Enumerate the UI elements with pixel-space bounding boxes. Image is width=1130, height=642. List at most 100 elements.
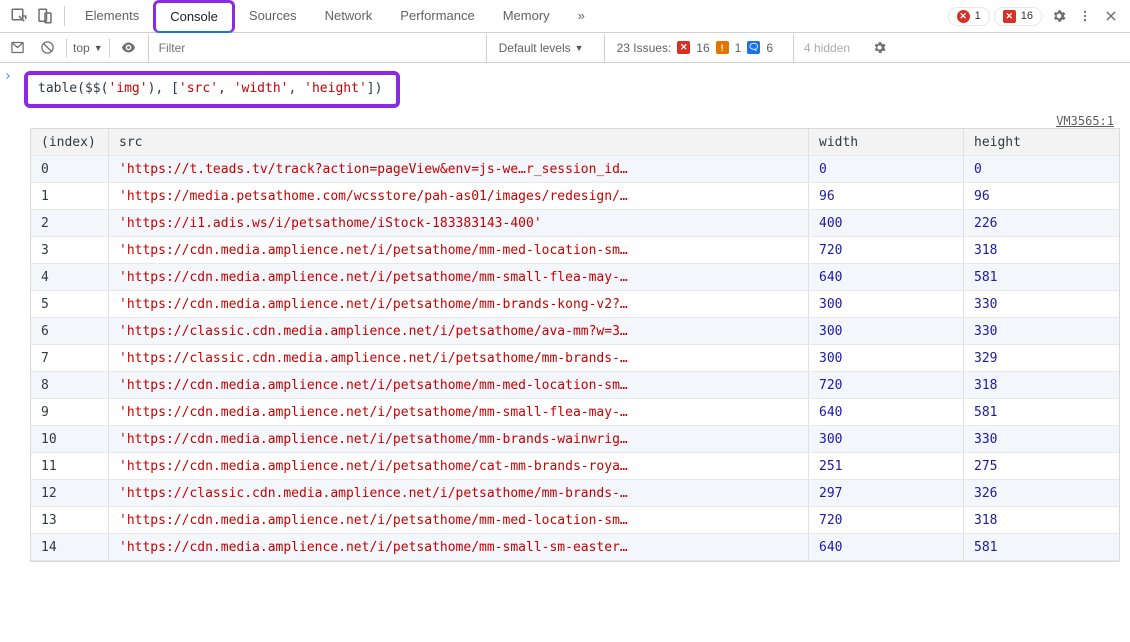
cell-width: 300 bbox=[809, 291, 964, 317]
cell-height: 581 bbox=[964, 534, 1119, 560]
live-expression-icon[interactable] bbox=[118, 37, 140, 59]
table-row[interactable]: 1'https://media.petsathome.com/wcsstore/… bbox=[31, 183, 1119, 210]
cell-src: 'https://cdn.media.amplience.net/i/petsa… bbox=[109, 372, 809, 398]
error-count-pill[interactable]: ✕ 1 bbox=[948, 7, 990, 26]
cell-height: 330 bbox=[964, 426, 1119, 452]
table-row[interactable]: 14'https://cdn.media.amplience.net/i/pet… bbox=[31, 534, 1119, 561]
cell-width: 720 bbox=[809, 237, 964, 263]
cell-height: 581 bbox=[964, 264, 1119, 290]
cell-height: 326 bbox=[964, 480, 1119, 506]
cell-index: 8 bbox=[31, 372, 109, 398]
cell-index: 5 bbox=[31, 291, 109, 317]
cell-src: 'https://cdn.media.amplience.net/i/petsa… bbox=[109, 426, 809, 452]
warning-count-pill[interactable]: ✕ 16 bbox=[994, 7, 1042, 26]
vm-source-link[interactable]: VM3565:1 bbox=[1056, 114, 1130, 128]
cell-height: 0 bbox=[964, 156, 1119, 182]
table-row[interactable]: 4'https://cdn.media.amplience.net/i/pets… bbox=[31, 264, 1119, 291]
cell-index: 1 bbox=[31, 183, 109, 209]
chevron-down-icon: ▼ bbox=[94, 43, 103, 53]
cell-index: 11 bbox=[31, 453, 109, 479]
table-row[interactable]: 5'https://cdn.media.amplience.net/i/pets… bbox=[31, 291, 1119, 318]
table-row[interactable]: 6'https://classic.cdn.media.amplience.ne… bbox=[31, 318, 1119, 345]
cell-src: 'https://cdn.media.amplience.net/i/petsa… bbox=[109, 291, 809, 317]
tab-network[interactable]: Network bbox=[311, 0, 387, 33]
close-icon[interactable] bbox=[1098, 3, 1124, 29]
cell-index: 6 bbox=[31, 318, 109, 344]
table-row[interactable]: 13'https://cdn.media.amplience.net/i/pet… bbox=[31, 507, 1119, 534]
console-gear-icon[interactable] bbox=[868, 37, 890, 59]
table-row[interactable]: 10'https://cdn.media.amplience.net/i/pet… bbox=[31, 426, 1119, 453]
console-table-output: (index) src width height 0'https://t.tea… bbox=[30, 128, 1120, 562]
cell-width: 300 bbox=[809, 345, 964, 371]
kebab-icon[interactable] bbox=[1072, 3, 1098, 29]
issues-error-count: 16 bbox=[696, 41, 709, 55]
table-row[interactable]: 9'https://cdn.media.amplience.net/i/pets… bbox=[31, 399, 1119, 426]
issues-summary[interactable]: 23 Issues: ✕ 16 ! 1 🗨 6 bbox=[604, 34, 785, 62]
tab-more[interactable]: » bbox=[564, 0, 599, 33]
table-row[interactable]: 2'https://i1.adis.ws/i/petsathome/iStock… bbox=[31, 210, 1119, 237]
context-label: top bbox=[73, 41, 90, 55]
tab-memory[interactable]: Memory bbox=[489, 0, 564, 33]
tab-elements[interactable]: Elements bbox=[71, 0, 153, 33]
cell-index: 4 bbox=[31, 264, 109, 290]
clear-console-icon[interactable] bbox=[36, 37, 58, 59]
table-row[interactable]: 3'https://cdn.media.amplience.net/i/pets… bbox=[31, 237, 1119, 264]
col-header-src[interactable]: src bbox=[109, 129, 809, 155]
cell-src: 'https://t.teads.tv/track?action=pageVie… bbox=[109, 156, 809, 182]
cell-height: 318 bbox=[964, 507, 1119, 533]
error-square-icon: ✕ bbox=[677, 41, 690, 54]
cell-width: 640 bbox=[809, 534, 964, 560]
warning-count: 16 bbox=[1021, 10, 1033, 22]
cell-src: 'https://classic.cdn.media.amplience.net… bbox=[109, 318, 809, 344]
cell-src: 'https://cdn.media.amplience.net/i/petsa… bbox=[109, 399, 809, 425]
filter-input[interactable] bbox=[148, 34, 478, 62]
log-levels-selector[interactable]: Default levels ▼ bbox=[486, 34, 596, 62]
divider bbox=[64, 6, 65, 26]
inspect-icon[interactable] bbox=[6, 3, 32, 29]
cell-height: 318 bbox=[964, 237, 1119, 263]
table-row[interactable]: 11'https://cdn.media.amplience.net/i/pet… bbox=[31, 453, 1119, 480]
cell-index: 2 bbox=[31, 210, 109, 236]
devtools-tabbar: Elements Console Sources Network Perform… bbox=[0, 0, 1130, 33]
col-header-index[interactable]: (index) bbox=[31, 129, 109, 155]
table-row[interactable]: 0'https://t.teads.tv/track?action=pageVi… bbox=[31, 156, 1119, 183]
cell-src: 'https://cdn.media.amplience.net/i/petsa… bbox=[109, 237, 809, 263]
col-header-height[interactable]: height bbox=[964, 129, 1119, 155]
cell-width: 720 bbox=[809, 372, 964, 398]
device-toggle-icon[interactable] bbox=[32, 3, 58, 29]
cell-width: 640 bbox=[809, 399, 964, 425]
tab-console[interactable]: Console bbox=[153, 0, 235, 33]
console-input-row: › table($$('img'), ['src', 'width', 'hei… bbox=[0, 63, 1130, 114]
cell-height: 96 bbox=[964, 183, 1119, 209]
issues-info-count: 6 bbox=[766, 41, 773, 55]
table-row[interactable]: 8'https://cdn.media.amplience.net/i/pets… bbox=[31, 372, 1119, 399]
table-row[interactable]: 7'https://classic.cdn.media.amplience.ne… bbox=[31, 345, 1119, 372]
hidden-messages-note[interactable]: 4 hidden bbox=[793, 34, 860, 62]
cmd-fn: table bbox=[38, 81, 77, 96]
gear-icon[interactable] bbox=[1046, 3, 1072, 29]
cell-src: 'https://cdn.media.amplience.net/i/petsa… bbox=[109, 264, 809, 290]
tab-performance[interactable]: Performance bbox=[386, 0, 488, 33]
sidebar-toggle-icon[interactable] bbox=[6, 37, 28, 59]
cell-index: 3 bbox=[31, 237, 109, 263]
cell-index: 0 bbox=[31, 156, 109, 182]
error-count: 1 bbox=[975, 10, 981, 22]
cell-src: 'https://cdn.media.amplience.net/i/petsa… bbox=[109, 507, 809, 533]
col-header-width[interactable]: width bbox=[809, 129, 964, 155]
cell-src: 'https://i1.adis.ws/i/petsathome/iStock-… bbox=[109, 210, 809, 236]
executed-command: table($$('img'), ['src', 'width', 'heigh… bbox=[24, 71, 400, 108]
context-selector[interactable]: top ▼ bbox=[66, 39, 110, 57]
cell-width: 720 bbox=[809, 507, 964, 533]
cell-height: 275 bbox=[964, 453, 1119, 479]
chevron-down-icon: ▼ bbox=[575, 43, 584, 53]
table-row[interactable]: 12'https://classic.cdn.media.amplience.n… bbox=[31, 480, 1119, 507]
cell-width: 0 bbox=[809, 156, 964, 182]
cell-height: 318 bbox=[964, 372, 1119, 398]
cell-src: 'https://cdn.media.amplience.net/i/petsa… bbox=[109, 453, 809, 479]
cell-height: 330 bbox=[964, 318, 1119, 344]
cell-width: 251 bbox=[809, 453, 964, 479]
tab-sources[interactable]: Sources bbox=[235, 0, 311, 33]
info-square-icon: 🗨 bbox=[747, 41, 760, 54]
warn-square-icon: ✕ bbox=[1003, 10, 1016, 23]
cell-index: 10 bbox=[31, 426, 109, 452]
